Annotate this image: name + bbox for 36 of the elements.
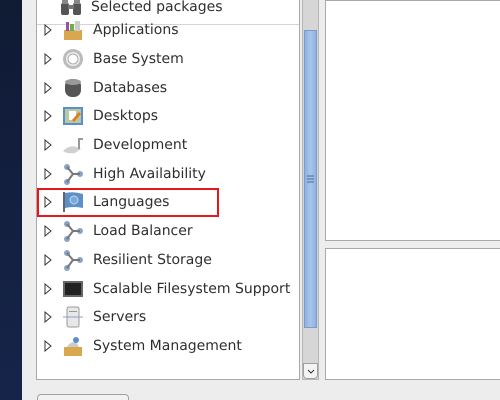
network-icon bbox=[61, 219, 85, 244]
expander-icon[interactable] bbox=[43, 340, 53, 352]
group-row[interactable]: High Availability bbox=[37, 159, 299, 188]
group-row[interactable]: Servers bbox=[37, 302, 299, 332]
expander-icon[interactable] bbox=[43, 196, 53, 208]
grip-icon bbox=[307, 175, 314, 183]
scroll-thumb[interactable] bbox=[304, 30, 317, 328]
group-row[interactable]: Scalable Filesystem Support bbox=[37, 274, 299, 303]
expander-icon[interactable] bbox=[43, 53, 53, 66]
list-header: Selected packages bbox=[91, 0, 223, 15]
flag-icon bbox=[61, 190, 85, 214]
group-row[interactable]: Load Balancer bbox=[37, 216, 299, 246]
expander-icon[interactable] bbox=[43, 311, 53, 324]
highlighted-group-row[interactable]: Languages bbox=[37, 188, 219, 217]
expander-icon[interactable] bbox=[43, 24, 53, 36]
group-row[interactable]: Development bbox=[37, 130, 299, 160]
group-row[interactable]: System Management bbox=[37, 332, 299, 360]
network-icon bbox=[61, 248, 85, 272]
expander-icon[interactable] bbox=[43, 282, 53, 295]
group-row[interactable]: Base System bbox=[37, 44, 299, 74]
expander-icon[interactable] bbox=[43, 82, 53, 94]
scroll-down-button[interactable] bbox=[303, 363, 318, 379]
expander-icon[interactable] bbox=[43, 254, 53, 266]
chevron-down-icon bbox=[306, 368, 314, 374]
gear-icon bbox=[61, 47, 85, 72]
expander-icon[interactable] bbox=[43, 225, 53, 238]
expander-icon[interactable] bbox=[43, 139, 53, 152]
expander-icon[interactable] bbox=[43, 168, 53, 180]
group-row[interactable]: Resilient Storage bbox=[37, 246, 299, 274]
scrollbar[interactable] bbox=[302, 0, 319, 380]
server-icon bbox=[61, 305, 85, 330]
group-row[interactable]: Databases bbox=[37, 73, 299, 102]
expander-icon[interactable] bbox=[43, 110, 53, 122]
network-icon bbox=[61, 162, 85, 186]
group-row[interactable]: Desktops bbox=[37, 102, 299, 131]
group-row[interactable]: Applications bbox=[37, 16, 299, 45]
